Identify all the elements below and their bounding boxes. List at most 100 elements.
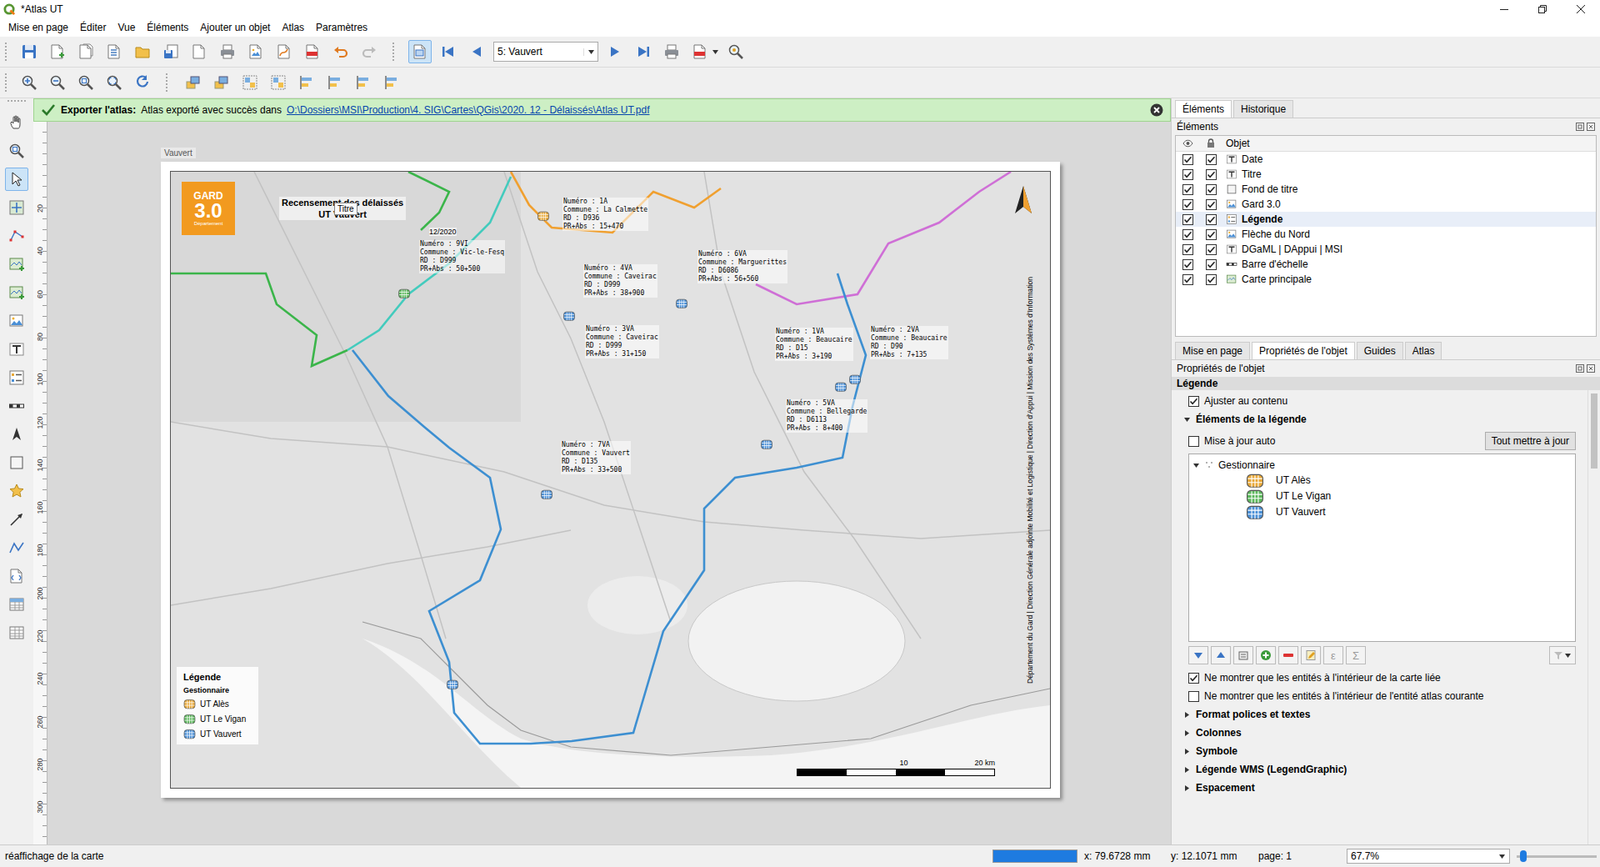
first-feature-button[interactable] [436,40,460,64]
zoom-combo[interactable]: 67.7% [1346,848,1510,864]
move-down-button[interactable] [1188,645,1209,665]
map-pin[interactable] [537,210,550,222]
minimize-button[interactable] [1485,0,1524,19]
auto-update-checkbox[interactable] [1188,435,1200,447]
addtable-tool[interactable] [5,592,29,616]
scale-bar[interactable]: 1020 km [796,758,997,776]
message-link[interactable]: O:\Dossiers\MSI\Production\4. SIG\Cartes… [286,104,650,116]
expression-button[interactable]: Σ [1345,645,1366,665]
edit-item-button[interactable] [1300,645,1321,665]
nodes-tool[interactable] [5,224,29,248]
message-close-button[interactable] [1150,103,1164,117]
addpic-tool[interactable] [5,309,29,333]
visible-checkbox[interactable] [1182,259,1194,270]
group-items-button[interactable] [238,70,262,95]
visible-checkbox[interactable] [1182,244,1194,255]
panel-tab[interactable]: Éléments [1175,100,1232,118]
panel-tab[interactable]: Propriétés de l'objet [1251,341,1355,360]
menu-item[interactable]: Mise en page [2,20,75,35]
panel-tab[interactable]: Atlas [1405,341,1443,360]
zoom-slider[interactable] [1516,848,1597,864]
main-map[interactable]: GARD 3.0 Département Recensement des dél… [170,171,1050,788]
remove-item-button[interactable] [1278,645,1299,665]
visible-checkbox[interactable] [1182,229,1194,240]
auto-update-option[interactable]: Mise à jour auto [1188,435,1275,447]
previous-feature-button[interactable] [465,40,489,64]
addhtml-tool[interactable] [5,564,29,588]
addmap-tool[interactable] [5,252,29,276]
undo-button[interactable] [329,40,353,64]
menu-item[interactable]: Ajouter un objet [194,20,276,35]
visible-checkbox[interactable] [1182,154,1194,165]
zoom-out-button[interactable] [45,70,70,95]
section-header[interactable]: Espacement [1183,778,1583,797]
print-button[interactable] [215,40,240,64]
map-pin[interactable] [540,489,554,500]
section-header[interactable]: Légende WMS (LegendGraphic) [1183,760,1583,779]
export-pdf-button[interactable] [300,40,325,64]
addnorth-tool[interactable] [5,422,29,446]
section-header[interactable]: Symbole [1183,741,1583,760]
lock-checkbox[interactable] [1205,214,1217,225]
align-items-button[interactable] [295,70,319,95]
distribute-items-button[interactable] [323,70,347,95]
visible-checkbox[interactable] [1182,274,1194,285]
map-pin[interactable] [398,288,411,300]
credits-label[interactable]: Département du Gard | Direction Générale… [1025,276,1035,684]
last-feature-button[interactable] [631,40,655,64]
element-row[interactable]: Date [1175,151,1596,167]
resize-items-button[interactable] [351,70,375,95]
element-row[interactable]: DGaML | DAppui | MSI [1175,241,1596,257]
lock-checkbox[interactable] [1205,274,1217,285]
ungroup-items-button[interactable] [266,70,290,95]
option-checkbox[interactable] [1188,672,1200,684]
zoom-tool[interactable] [5,139,29,163]
menu-item[interactable]: Éditer [74,20,112,35]
tree-item[interactable]: UT Vauvert [1192,504,1572,520]
north-arrow-icon[interactable] [1013,185,1034,215]
addarrow-tool[interactable] [5,507,29,531]
layout-canvas[interactable]: Vauvert GARD 3.0 Département Recensement… [47,121,1171,845]
zoom-actual-button[interactable] [74,70,98,95]
map-pin[interactable] [675,298,689,310]
section-header[interactable]: Éléments de la légende [1183,410,1583,429]
map-legend[interactable]: Légende Gestionnaire UT AlèsUT Le ViganU… [176,666,259,745]
add-group-button[interactable] [1233,645,1254,665]
lock-checkbox[interactable] [1205,199,1217,210]
map-pin[interactable] [835,381,848,393]
open-template-button[interactable] [130,40,155,64]
maximize-button[interactable] [1523,0,1562,19]
element-row[interactable]: Titre [1175,166,1596,182]
map-pin[interactable] [760,439,774,450]
element-row[interactable]: Flèche du Nord [1175,226,1596,242]
add3d-tool[interactable] [5,280,29,305]
fit-option[interactable]: Ajuster au contenu [1183,391,1583,410]
export-svg-button[interactable] [272,40,296,64]
element-row[interactable]: Fond de titre [1175,181,1596,197]
tree-group[interactable]: Gestionnaire [1192,457,1572,473]
element-row[interactable]: Carte principale [1175,271,1596,287]
lock-checkbox[interactable] [1205,244,1217,255]
new-layout-button[interactable] [45,40,70,64]
fit-checkbox[interactable] [1188,395,1200,407]
close-icon[interactable] [1586,122,1595,131]
add-item-button[interactable] [1255,645,1276,665]
duplicate-layout-button[interactable] [74,40,98,64]
hand-tool[interactable] [5,110,29,135]
addmarker-tool[interactable] [5,479,29,503]
zoom-in-button[interactable] [17,70,41,95]
addshape-tool[interactable] [5,450,29,475]
close-icon[interactable] [1586,364,1595,373]
expression-button[interactable]: ε [1323,645,1344,665]
tree-item[interactable]: UT Alès [1192,472,1572,489]
atlas-settings-button[interactable] [724,40,748,64]
option-checkbox[interactable] [1188,690,1200,702]
panel-tab[interactable]: Guides [1356,341,1404,360]
filter-button[interactable] [1549,645,1576,665]
lock-checkbox[interactable] [1205,259,1217,270]
map-date[interactable]: 12/2020 [429,227,457,236]
visible-checkbox[interactable] [1182,184,1194,195]
lock-checkbox[interactable] [1205,229,1217,240]
section-header[interactable]: Colonnes [1183,723,1583,742]
visible-checkbox[interactable] [1182,199,1194,210]
